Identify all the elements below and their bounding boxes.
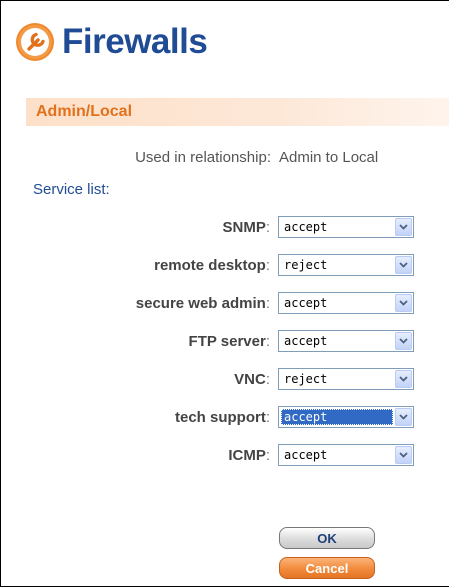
chevron-down-icon [399, 224, 408, 230]
select-value: accept [284, 296, 328, 310]
dropdown-button[interactable] [395, 332, 412, 350]
chevron-down-icon [399, 300, 408, 306]
service-row: remote desktop: reject [0, 254, 449, 278]
wrench-icon [16, 23, 54, 61]
chevron-down-icon [399, 414, 408, 420]
service-label-text: SNMP [222, 219, 266, 236]
relationship-row: Used in relationship: Admin to Local [0, 149, 449, 167]
dropdown-button[interactable] [395, 370, 412, 388]
relationship-label: Used in relationship: [135, 149, 271, 166]
service-row: ICMP: accept [0, 444, 449, 468]
section-title: Admin/Local [36, 103, 133, 120]
service-label: FTP server: [189, 333, 270, 350]
service-label: VNC: [234, 371, 270, 388]
service-label-text: tech support [174, 409, 266, 426]
service-label: ICMP: [228, 447, 270, 464]
service-label: remote desktop: [154, 257, 270, 274]
service-action-select[interactable]: reject [278, 254, 414, 276]
select-value-area: accept [281, 409, 393, 425]
service-action-select[interactable]: accept [278, 292, 414, 314]
cancel-button[interactable]: Cancel [279, 557, 375, 579]
chevron-down-icon [399, 376, 408, 382]
label-colon: : [265, 409, 270, 426]
dropdown-button[interactable] [395, 408, 412, 426]
service-row: VNC: reject [0, 368, 449, 392]
dropdown-button[interactable] [395, 256, 412, 274]
service-label: secure web admin: [136, 295, 270, 312]
service-label-text: remote desktop [154, 257, 266, 274]
dropdown-button[interactable] [395, 218, 412, 236]
page-header: Firewalls [14, 18, 208, 66]
service-row: secure web admin: accept [0, 292, 449, 316]
service-action-select[interactable]: reject [278, 368, 414, 390]
service-action-select[interactable]: accept [278, 330, 414, 352]
dropdown-button[interactable] [395, 294, 412, 312]
select-value: accept [284, 334, 328, 348]
section-header: Admin/Local [26, 98, 449, 126]
service-label-text: ICMP [228, 447, 266, 464]
label-colon: : [265, 257, 270, 274]
label-colon: : [265, 219, 270, 236]
chevron-down-icon [399, 338, 408, 344]
service-row: FTP server: accept [0, 330, 449, 354]
select-value: accept [284, 448, 328, 462]
service-label-text: secure web admin [135, 295, 266, 312]
label-colon: : [265, 371, 270, 388]
ok-button[interactable]: OK [279, 527, 375, 549]
service-row: SNMP: accept [0, 216, 449, 240]
chevron-down-icon [399, 262, 408, 268]
label-colon: : [265, 447, 270, 464]
service-action-select[interactable]: accept [278, 216, 414, 238]
service-action-select[interactable]: accept [278, 406, 414, 428]
service-row: tech support: accept [0, 406, 449, 430]
select-value: accept [284, 410, 328, 424]
select-value: accept [284, 220, 328, 234]
label-colon: : [265, 295, 270, 312]
dropdown-button[interactable] [395, 446, 412, 464]
service-label: SNMP: [222, 219, 270, 236]
chevron-down-icon [399, 452, 408, 458]
label-colon: : [265, 333, 270, 350]
relationship-value: Admin to Local [279, 149, 379, 166]
select-value: reject [284, 258, 328, 272]
service-action-select[interactable]: accept [278, 444, 414, 466]
service-label: tech support: [175, 409, 270, 426]
select-value: reject [284, 372, 328, 386]
app-title: Firewalls [62, 22, 208, 61]
service-label-text: VNC [234, 371, 266, 388]
service-list-heading: Service list: [33, 181, 110, 198]
service-label-text: FTP server [188, 333, 266, 350]
